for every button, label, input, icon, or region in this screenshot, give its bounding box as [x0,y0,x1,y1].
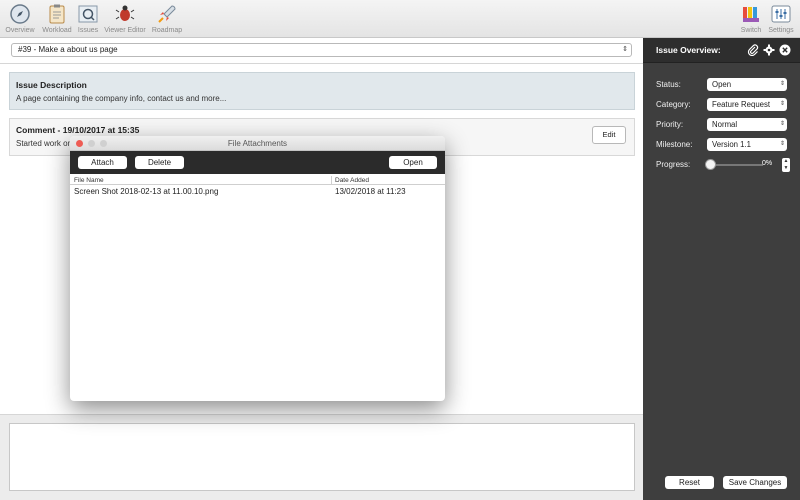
paperclip-icon[interactable] [747,44,759,56]
swatches-icon [743,7,759,22]
description-text: A page containing the company info, cont… [16,94,227,103]
category-value: Feature Request [712,100,771,109]
comment-input[interactable] [9,423,635,491]
file-name-cell: Screen Shot 2018-02-13 at 11.00.10.png [74,187,219,196]
toolbar-overview[interactable]: Overview [0,3,40,34]
toolbar-label: Viewer Editor [104,27,146,34]
chevron-updown-icon: ⇕ [622,46,628,53]
milestone-select[interactable]: Version 1.1 ⇕ [707,138,787,151]
column-file-name[interactable]: File Name [74,177,104,184]
main-toolbar: Overview Workload Issues Viewer Editor R… [0,0,800,38]
progress-slider-track[interactable] [711,164,763,166]
clipboard-icon [49,4,65,24]
date-added-cell: 13/02/2018 at 11:23 [335,187,406,196]
toolbar-label: Roadmap [151,27,183,34]
column-date-added[interactable]: Date Added [335,177,369,184]
sliders-icon [771,5,791,23]
comment-title: Comment - 19/10/2017 at 15:35 [16,125,140,135]
description-title: Issue Description [16,80,87,90]
toolbar-label: Settings [768,27,794,34]
milestone-row: Milestone: Version 1.1 ⇕ [656,138,796,152]
issue-selector[interactable]: #39 - Make a about us page ⇕ [11,43,632,57]
file-attachments-dialog: File Attachments Attach Delete Open File… [70,136,445,401]
sidebar-title: Issue Overview: [656,45,721,55]
issue-overview-sidebar: Issue Overview: Status: Open ⇕ Category:… [643,38,800,500]
progress-row: Progress: 0% ▲ ▼ [656,158,796,172]
dialog-toolbar: Attach Delete Open [70,151,445,174]
divider [0,63,643,64]
toolbar-issues[interactable]: Issues [68,3,108,34]
table-header: File Name Date Added [70,176,445,185]
status-select[interactable]: Open ⇕ [707,78,787,91]
chevron-updown-icon: ⇕ [779,141,785,147]
dialog-title: File Attachments [227,139,288,148]
toolbar-label: Overview [5,27,35,34]
attach-button[interactable]: Attach [78,156,127,169]
toolbar-settings[interactable]: Settings [761,3,800,34]
category-label: Category: [656,100,691,109]
chevron-updown-icon: ⇕ [779,81,785,87]
toolbar-roadmap[interactable]: Roadmap [147,3,187,34]
progress-value: 0% [762,160,773,167]
category-select[interactable]: Feature Request ⇕ [707,98,787,111]
priority-select[interactable]: Normal ⇕ [707,118,787,131]
milestone-value: Version 1.1 [712,140,752,149]
issue-description: Issue Description A page containing the … [9,72,635,110]
status-label: Status: [656,80,681,89]
progress-label: Progress: [656,160,691,169]
edit-comment-button[interactable]: Edit [592,126,626,144]
toolbar-viewer-editor[interactable]: Viewer Editor [104,3,146,34]
priority-value: Normal [712,120,738,129]
milestone-label: Milestone: [656,140,693,149]
gear-icon[interactable] [763,44,775,56]
priority-label: Priority: [656,120,684,129]
status-row: Status: Open ⇕ [656,78,796,92]
open-button[interactable]: Open [389,156,437,169]
sidebar-header: Issue Overview: [643,38,800,63]
rocket-icon [158,5,176,23]
issue-selector-value: #39 - Make a about us page [18,45,118,54]
progress-stepper[interactable]: ▲ ▼ [782,158,790,172]
close-icon[interactable] [779,44,791,56]
chevron-updown-icon: ⇕ [779,121,785,127]
priority-row: Priority: Normal ⇕ [656,118,796,132]
status-value: Open [712,80,732,89]
toolbar-label: Issues [77,27,99,34]
reset-button[interactable]: Reset [665,476,714,489]
dialog-titlebar: File Attachments [70,136,445,151]
bug-icon [115,5,135,21]
save-changes-button[interactable]: Save Changes [723,476,787,489]
toolbar-label: Switch [740,27,762,34]
new-comment-area [0,414,643,500]
delete-button[interactable]: Delete [135,156,184,169]
progress-slider-knob[interactable] [705,159,716,170]
compass-icon [10,4,30,24]
table-row[interactable]: Screen Shot 2018-02-13 at 11.00.10.png 1… [70,186,445,197]
column-divider [331,176,332,185]
chevron-updown-icon: ⇕ [779,101,785,107]
category-row: Category: Feature Request ⇕ [656,98,796,112]
magnifier-icon [78,5,98,23]
